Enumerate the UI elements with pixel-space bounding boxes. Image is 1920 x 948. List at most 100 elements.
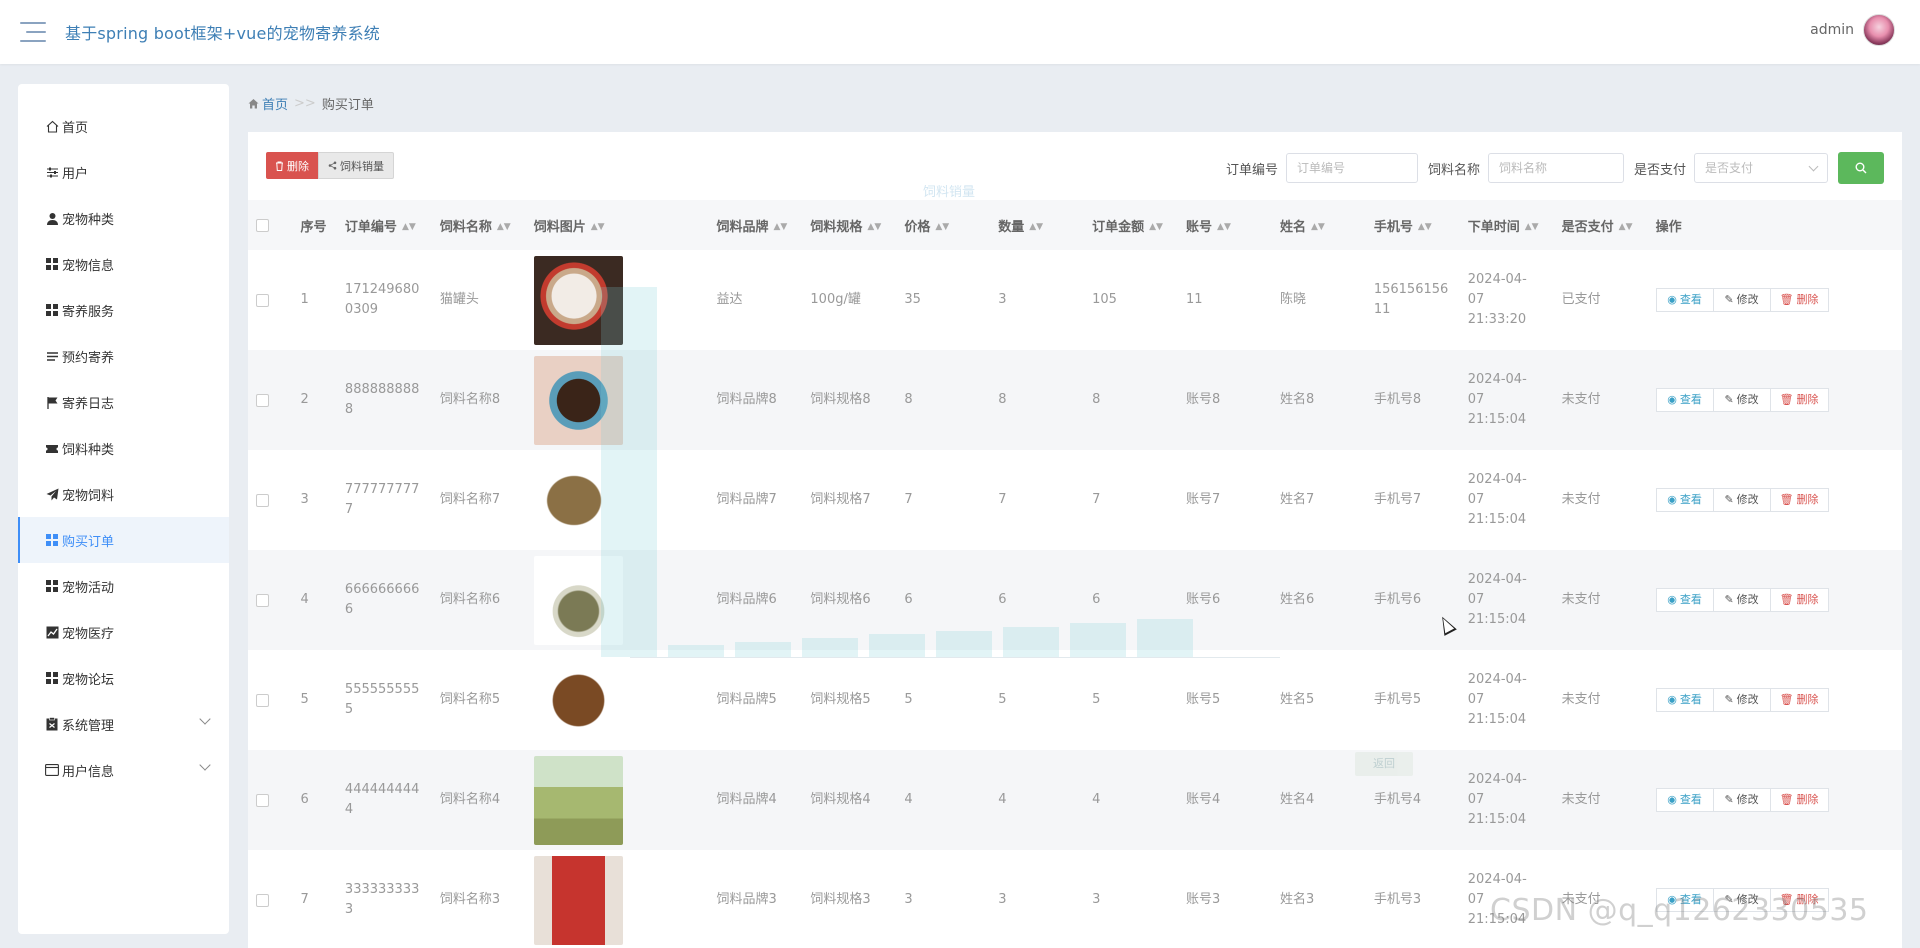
col-header[interactable]: 账号 ▲▼	[1186, 200, 1280, 250]
sidebar-item-boarding-log[interactable]: 寄养日志	[18, 379, 229, 425]
sidebar-item-booking[interactable]: 预约寄养	[18, 333, 229, 379]
row-checkbox[interactable]	[256, 593, 269, 607]
row-select-cell	[248, 450, 301, 550]
breadcrumb-home-label[interactable]: 首页	[262, 94, 288, 113]
view-button[interactable]: ◉ 查看	[1655, 488, 1714, 512]
sidebar-item-label: 宠物活动	[62, 580, 115, 596]
sort-icon[interactable]: ▲▼	[774, 222, 788, 232]
sort-icon[interactable]: ▲▼	[402, 222, 416, 232]
feed-image[interactable]	[533, 755, 623, 845]
col-header[interactable]: 数量 ▲▼	[998, 200, 1092, 250]
avatar[interactable]	[1863, 14, 1895, 46]
sort-icon[interactable]: ▲▼	[1149, 222, 1163, 232]
sidebar-item-pet-forum[interactable]: 宠物论坛	[18, 655, 229, 701]
sidebar-item-orders[interactable]: 购买订单	[18, 517, 229, 563]
col-header[interactable]: 饲料图片 ▲▼	[534, 200, 717, 250]
col-header[interactable]: 订单金额 ▲▼	[1092, 200, 1186, 250]
view-button[interactable]: ◉ 查看	[1655, 388, 1714, 412]
view-button[interactable]: ◉ 查看	[1655, 788, 1714, 812]
breadcrumb-home[interactable]: 首页	[248, 94, 288, 113]
col-header[interactable]: 姓名 ▲▼	[1280, 200, 1374, 250]
sidebar-item-user-info[interactable]: 用户信息	[18, 747, 229, 793]
sidebar-item-pet-types[interactable]: 宠物种类	[18, 195, 229, 241]
col-header[interactable]: 订单编号 ▲▼	[345, 200, 440, 250]
chevron-down-icon[interactable]	[199, 759, 211, 771]
delete-row-button[interactable]: 🗑 删除	[1769, 488, 1829, 512]
actions-cell: ◉ 查看 ✎ 修改 🗑 删除	[1655, 350, 1902, 450]
edit-button[interactable]: ✎ 修改	[1712, 388, 1771, 412]
select-all-checkbox[interactable]	[256, 218, 269, 232]
view-button[interactable]: ◉ 查看	[1655, 288, 1714, 312]
sidebar-item-label: 饲料种类	[62, 442, 115, 458]
sort-icon[interactable]: ▲▼	[591, 222, 605, 232]
edit-button[interactable]: ✎ 修改	[1712, 588, 1771, 612]
col-header[interactable]: 是否支付 ▲▼	[1562, 200, 1656, 250]
id-card-icon	[45, 763, 59, 777]
feed-image[interactable]	[533, 855, 623, 945]
sort-icon[interactable]: ▲▼	[497, 222, 511, 232]
order-no: 6666666666	[344, 582, 420, 617]
col-header[interactable]: 饲料规格 ▲▼	[810, 200, 904, 250]
sidebar-item-pet-feed[interactable]: 宠物饲料	[18, 471, 229, 517]
paid-select[interactable]: 是否支付	[1694, 153, 1828, 183]
sidebar-item-pet-medical[interactable]: 宠物医疗	[18, 609, 229, 655]
feed-image[interactable]	[533, 655, 623, 745]
sort-icon[interactable]: ▲▼	[1311, 222, 1325, 232]
breadcrumb-current: 购买订单	[321, 98, 374, 113]
sidebar-item-pet-activities[interactable]: 宠物活动	[18, 563, 229, 609]
actions-cell: ◉ 查看 ✎ 修改 🗑 删除	[1655, 750, 1902, 850]
delete-row-button[interactable]: 🗑 删除	[1769, 588, 1829, 612]
feed-image[interactable]	[533, 355, 623, 445]
feed-sales-button[interactable]: 饲料销量	[318, 152, 394, 179]
col-header[interactable]: 下单时间 ▲▼	[1468, 200, 1562, 250]
feed-image[interactable]	[533, 255, 623, 345]
sort-icon[interactable]: ▲▼	[867, 222, 881, 232]
sort-icon[interactable]: ▲▼	[935, 222, 949, 232]
sort-icon[interactable]: ▲▼	[1217, 222, 1231, 232]
col-header[interactable]: 价格 ▲▼	[904, 200, 998, 250]
col-header[interactable]: 手机号 ▲▼	[1374, 200, 1468, 250]
sliders-icon	[45, 165, 59, 179]
delete-row-button[interactable]: 🗑 删除	[1769, 688, 1829, 712]
row-checkbox[interactable]	[256, 893, 269, 907]
sort-icon[interactable]: ▲▼	[1029, 222, 1043, 232]
user-area[interactable]: admin	[1810, 14, 1895, 46]
col-header[interactable]: 饲料名称 ▲▼	[440, 200, 534, 250]
delete-row-button[interactable]: 🗑 删除	[1769, 388, 1829, 412]
view-button[interactable]: ◉ 查看	[1655, 688, 1714, 712]
sidebar-item-boarding-service[interactable]: 寄养服务	[18, 287, 229, 333]
edit-button[interactable]: ✎ 修改	[1712, 688, 1771, 712]
edit-button[interactable]: ✎ 修改	[1712, 488, 1771, 512]
sort-icon[interactable]: ▲▼	[1619, 222, 1633, 232]
menu-toggle-icon[interactable]	[20, 22, 46, 42]
chevron-down-icon[interactable]	[199, 713, 211, 725]
row-index: 7	[300, 892, 309, 907]
sort-icon[interactable]: ▲▼	[1418, 222, 1432, 232]
delete-row-button[interactable]: 🗑 删除	[1769, 288, 1829, 312]
row-checkbox[interactable]	[256, 393, 269, 407]
sidebar-item-label: 宠物种类	[62, 212, 115, 228]
feed-image[interactable]	[533, 555, 623, 645]
feed-name-input[interactable]: 饲料名称	[1487, 153, 1624, 183]
sidebar-item-users[interactable]: 用户	[18, 149, 229, 195]
search-button[interactable]	[1838, 152, 1884, 184]
col-header[interactable]: 饲料品牌 ▲▼	[717, 200, 811, 250]
feed-image[interactable]	[533, 455, 623, 545]
sort-icon[interactable]: ▲▼	[1525, 222, 1539, 232]
order-no: 1712496800309	[344, 282, 420, 317]
view-button[interactable]: ◉ 查看	[1655, 588, 1714, 612]
sidebar-item-pet-info[interactable]: 宠物信息	[18, 241, 229, 287]
row-checkbox[interactable]	[256, 693, 269, 707]
delete-row-button[interactable]: 🗑 删除	[1769, 788, 1829, 812]
sidebar-item-system[interactable]: 系统管理	[18, 701, 229, 747]
row-checkbox[interactable]	[256, 493, 269, 507]
sidebar-item-home[interactable]: 首页	[18, 103, 229, 149]
order-no-input[interactable]: 订单编号	[1285, 153, 1418, 183]
delete-button[interactable]: 删除	[266, 152, 318, 179]
edit-button[interactable]: ✎ 修改	[1712, 788, 1771, 812]
edit-button[interactable]: ✎ 修改	[1712, 288, 1771, 312]
row-checkbox[interactable]	[256, 793, 269, 807]
row-checkbox[interactable]	[256, 293, 269, 307]
user-name[interactable]: admin	[1810, 22, 1854, 38]
sidebar-item-feed-types[interactable]: 饲料种类	[18, 425, 229, 471]
